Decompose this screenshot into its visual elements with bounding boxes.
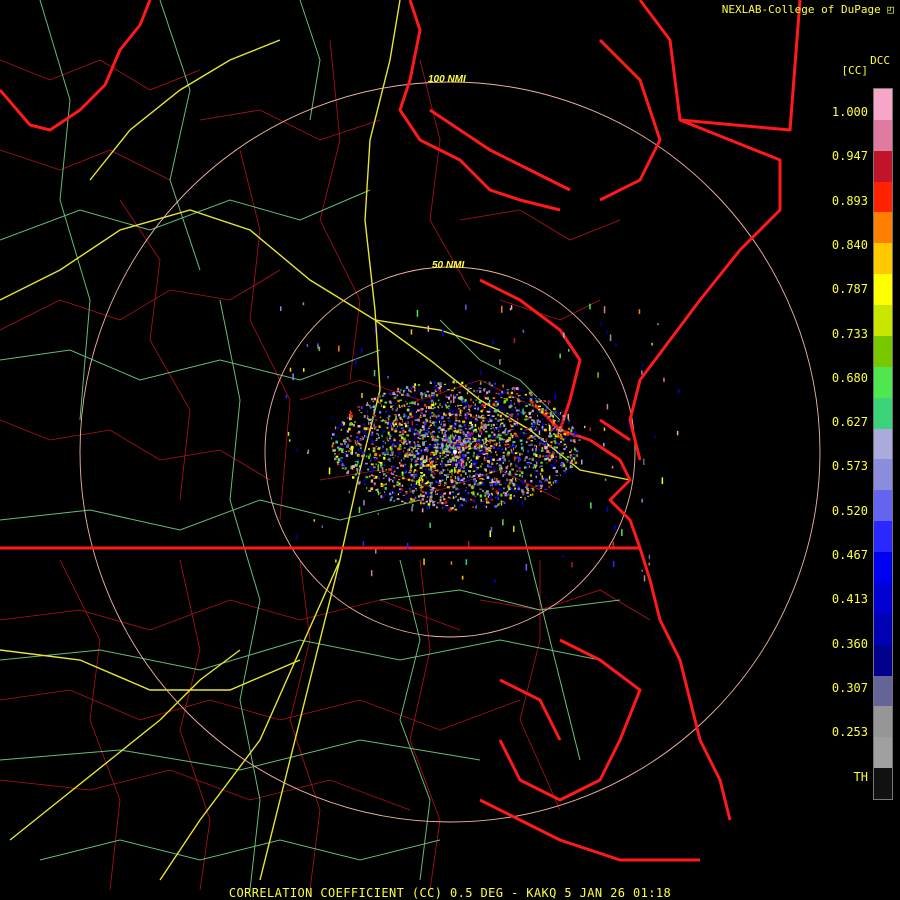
- legend-label: 0.520: [831, 503, 868, 518]
- legend-label: TH: [853, 769, 868, 784]
- legend-label: 0.680: [831, 370, 868, 385]
- legend-label: 0.733: [831, 326, 868, 341]
- legend-unit: [CC]: [841, 64, 869, 77]
- legend-swatch: [874, 552, 892, 584]
- legend-label: 0.787: [831, 282, 868, 297]
- legend-swatch: [874, 737, 892, 769]
- product-caption: CORRELATION COEFFICIENT (CC) 0.5 DEG - K…: [228, 886, 672, 900]
- legend-swatch: [874, 274, 892, 306]
- legend-label: 0.573: [831, 459, 868, 474]
- legend-swatch: [874, 366, 892, 399]
- legend-label: 0.893: [831, 193, 868, 208]
- legend-swatch: [874, 768, 892, 800]
- legend-swatch: [874, 613, 892, 646]
- legend-swatch: [874, 150, 892, 183]
- legend-swatch: [874, 305, 892, 337]
- credit-text: NEXLAB-College of DuPage: [721, 3, 881, 16]
- legend-swatch: [874, 181, 892, 213]
- legend-label: 1.000: [831, 105, 868, 119]
- legend-swatch: [874, 397, 892, 430]
- legend-label: 0.840: [831, 237, 868, 252]
- legend-label: 0.467: [831, 548, 868, 562]
- legend-label: 0.947: [831, 149, 868, 164]
- legend-label: 0.627: [831, 415, 868, 430]
- legend-swatch: [874, 675, 892, 707]
- legend-swatch: [874, 119, 892, 152]
- credit-label: NEXLAB-College of DuPage ◰: [722, 3, 894, 16]
- legend-swatch: [874, 582, 892, 615]
- legend-product-code: DCC: [870, 54, 890, 67]
- legend-swatch: [874, 243, 892, 275]
- legend-label: 0.413: [831, 592, 868, 607]
- legend-label: 0.253: [831, 725, 868, 740]
- legend-swatch: [874, 521, 892, 553]
- range-label-50: 50 NMI: [432, 260, 464, 271]
- legend-swatch: [874, 335, 892, 368]
- legend-swatch: [874, 490, 892, 522]
- legend-swatch: [874, 212, 892, 244]
- legend-swatch: [874, 428, 892, 460]
- arrow-icon: ◰: [887, 3, 894, 16]
- legend-color-bar: [873, 88, 893, 800]
- legend-label: 0.360: [831, 636, 868, 651]
- radar-map[interactable]: 50 NMI 100 NMI: [0, 0, 900, 900]
- legend-swatch: [874, 89, 892, 121]
- legend-label: 0.307: [831, 680, 868, 695]
- legend-swatch: [874, 706, 892, 738]
- radar-site-marker: [453, 450, 457, 454]
- legend-swatch: [874, 644, 892, 676]
- legend-swatch: [874, 459, 892, 491]
- range-label-100: 100 NMI: [428, 74, 466, 85]
